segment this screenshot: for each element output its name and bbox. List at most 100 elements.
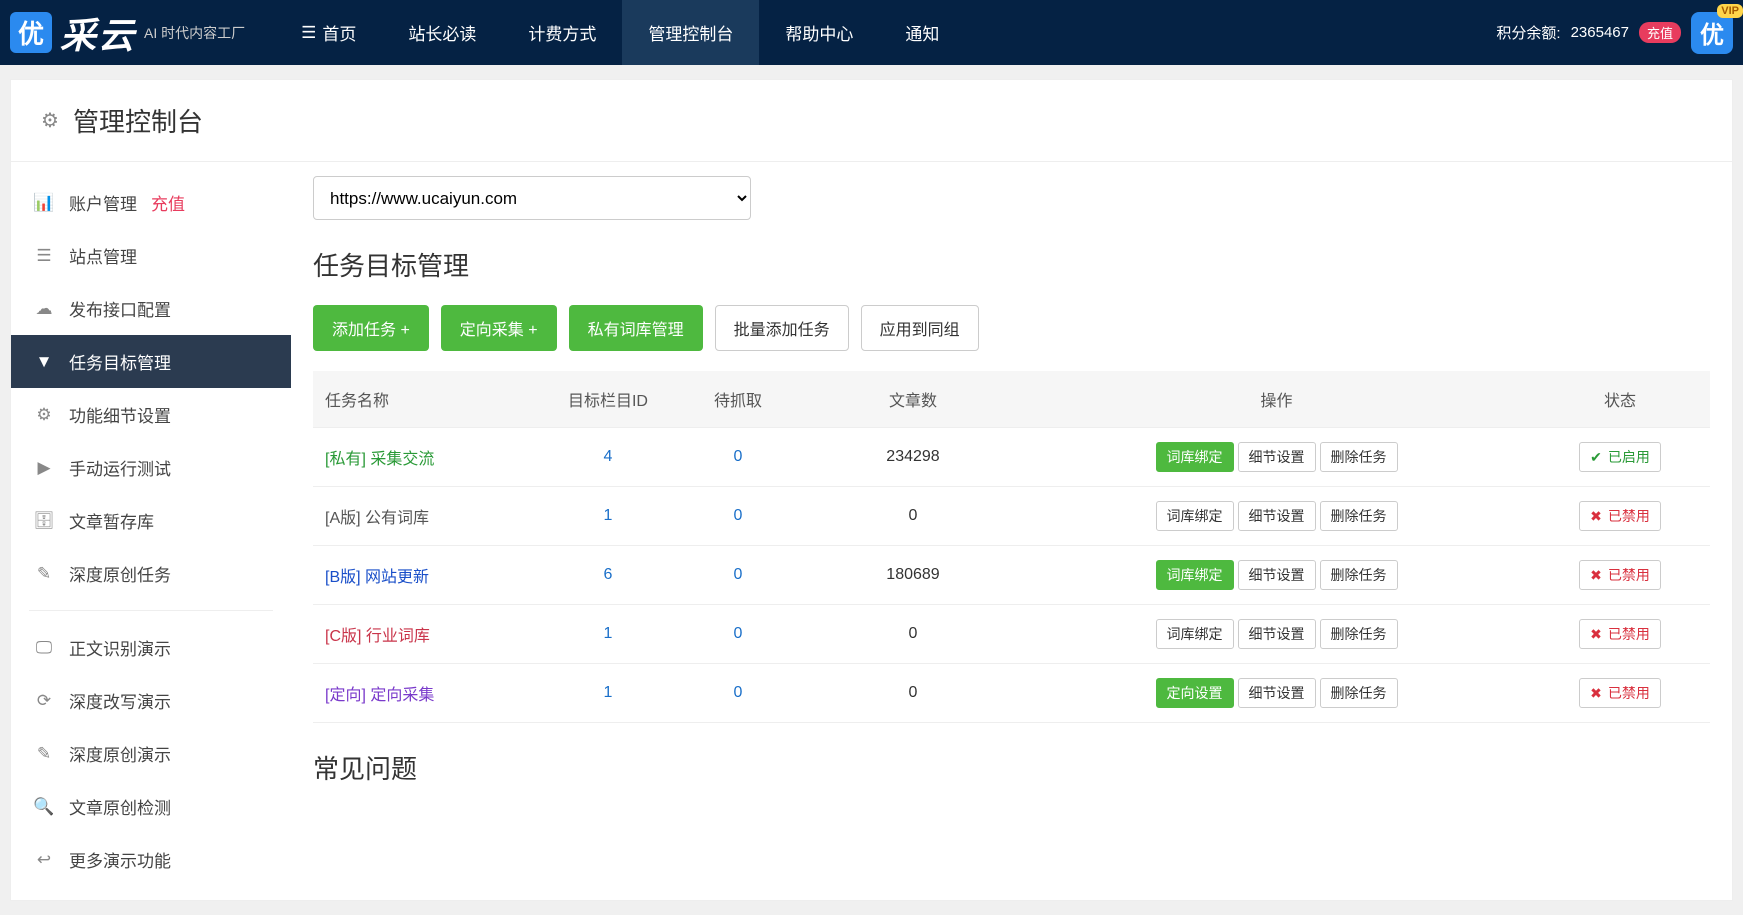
add-task-button[interactable]: 添加任务 +	[313, 305, 429, 351]
nav-item-2[interactable]: 计费方式	[502, 0, 622, 65]
cell-status: ✖已禁用	[1530, 487, 1710, 546]
apply-group-button[interactable]: 应用到同组	[861, 305, 979, 351]
list-icon: ☰	[33, 246, 55, 266]
nav-label: 首页	[322, 20, 356, 45]
nav-item-4[interactable]: 帮助中心	[759, 0, 879, 65]
cell-status: ✖已禁用	[1530, 664, 1710, 723]
nav-item-1[interactable]: 站长必读	[382, 0, 502, 65]
check-icon: ✔	[1590, 449, 1602, 466]
nav-label: 管理控制台	[648, 20, 733, 45]
sidebar-item-11[interactable]: ✎ 深度原创演示	[11, 727, 291, 780]
status-badge[interactable]: ✖已禁用	[1579, 619, 1661, 649]
task-tag: [A版]	[325, 510, 365, 527]
sidebar-label: 功能细节设置	[69, 402, 171, 427]
directed-settings-button[interactable]: 定向设置	[1156, 678, 1234, 708]
nav-label: 计费方式	[528, 20, 596, 45]
cell-articles: 234298	[803, 428, 1023, 487]
task-tag: [私有]	[325, 451, 370, 468]
site-select[interactable]: https://www.ucaiyun.com	[313, 176, 751, 220]
avatar-wrap[interactable]: 优 VIP	[1691, 12, 1733, 54]
bind-dict-button[interactable]: 词库绑定	[1156, 560, 1234, 590]
bind-dict-button[interactable]: 词库绑定	[1156, 619, 1234, 649]
task-name[interactable]: 网站更新	[365, 569, 429, 586]
cell-pending[interactable]: 0	[673, 428, 803, 487]
cell-colId[interactable]: 1	[543, 605, 673, 664]
edit-icon: ✎	[33, 744, 55, 764]
dict-manage-button[interactable]: 私有词库管理	[569, 305, 703, 351]
sidebar-item-5[interactable]: ▶手动运行测试	[11, 441, 291, 494]
points-label: 积分余额:	[1496, 22, 1560, 43]
delete-task-button[interactable]: 删除任务	[1320, 619, 1398, 649]
detail-settings-button[interactable]: 细节设置	[1238, 619, 1316, 649]
sidebar-item-0[interactable]: 📊账户管理 充值	[11, 176, 291, 229]
cell-articles: 0	[803, 664, 1023, 723]
delete-task-button[interactable]: 删除任务	[1320, 678, 1398, 708]
nav-item-5[interactable]: 通知	[879, 0, 965, 65]
page-header: ⚙ 管理控制台	[11, 80, 1732, 162]
topbar: 优 采云 AI 时代内容工厂 ☰ 首页 站长必读 计费方式 管理控制台 帮助中心通知 积分…	[0, 0, 1743, 65]
status-badge[interactable]: ✔已启用	[1579, 442, 1661, 472]
task-name[interactable]: 定向采集	[370, 687, 434, 704]
task-name[interactable]: 行业词库	[366, 628, 430, 645]
detail-settings-button[interactable]: 细节设置	[1238, 442, 1316, 472]
cell-colId[interactable]: 1	[543, 487, 673, 546]
sidebar-item-10[interactable]: ⟳深度改写演示	[11, 674, 291, 727]
sidebar-recharge-link[interactable]: 充值	[151, 190, 185, 215]
x-icon: ✖	[1590, 685, 1602, 702]
cell-pending[interactable]: 0	[673, 487, 803, 546]
bind-dict-button[interactable]: 词库绑定	[1156, 501, 1234, 531]
sidebar-label: 深度原创演示	[69, 741, 171, 766]
sidebar-item-2[interactable]: ☁发布接口配置	[11, 282, 291, 335]
status-badge[interactable]: ✖ 已禁用	[1579, 560, 1661, 590]
col-status: 状态	[1530, 371, 1710, 428]
detail-settings-button[interactable]: 细节设置	[1238, 678, 1316, 708]
menu-icon: ☰	[301, 23, 316, 43]
status-label: 已禁用	[1608, 565, 1650, 585]
sidebar-item-3[interactable]: ▼任务目标管理	[11, 335, 291, 388]
faq-title: 常见问题	[313, 749, 1710, 786]
sidebar-item-4[interactable]: ⚙功能细节设置	[11, 388, 291, 441]
bind-dict-button[interactable]: 词库绑定	[1156, 442, 1234, 472]
table-row: [定向] 定向采集100定向设置细节设置删除任务✖已禁用	[313, 664, 1710, 723]
sidebar-item-9[interactable]: 🖵正文识别演示	[11, 621, 291, 674]
cell-ops: 词库绑定细节设置删除任务	[1023, 605, 1530, 664]
cell-articles: 0	[803, 487, 1023, 546]
task-name[interactable]: 采集交流	[370, 451, 434, 468]
delete-task-button[interactable]: 删除任务	[1320, 501, 1398, 531]
logo-subtitle: AI 时代内容工厂	[144, 23, 245, 43]
nav-label: 站长必读	[408, 20, 476, 45]
cell-ops: 词库绑定细节设置删除任务	[1023, 546, 1530, 605]
detail-settings-button[interactable]: 细节设置	[1238, 501, 1316, 531]
delete-task-button[interactable]: 删除任务	[1320, 560, 1398, 590]
nav-item-0[interactable]: ☰ 首页	[275, 0, 382, 65]
task-name[interactable]: 公有词库	[365, 510, 429, 527]
batch-add-button[interactable]: 批量添加任务	[715, 305, 849, 351]
cell-pending[interactable]: 0	[673, 605, 803, 664]
points-value: 2365467	[1571, 24, 1629, 41]
db-icon: 🗄	[33, 511, 55, 531]
cell-colId[interactable]: 6	[543, 546, 673, 605]
x-icon: ✖	[1590, 626, 1602, 643]
recharge-pill[interactable]: 充值	[1639, 22, 1681, 43]
sidebar-item-1[interactable]: ☰站点管理	[11, 229, 291, 282]
logo[interactable]: 优 采云 AI 时代内容工厂	[10, 7, 245, 59]
page: ⚙ 管理控制台 📊账户管理 充值☰站点管理☁发布接口配置▼任务目标管理⚙功能细节…	[10, 79, 1733, 901]
sidebar-item-6[interactable]: 🗄文章暂存库	[11, 494, 291, 547]
directed-collect-button[interactable]: 定向采集 +	[441, 305, 557, 351]
detail-settings-button[interactable]: 细节设置	[1238, 560, 1316, 590]
edit-icon: ✎	[33, 564, 55, 584]
nav-item-3[interactable]: 管理控制台	[622, 0, 759, 65]
status-badge[interactable]: ✖已禁用	[1579, 678, 1661, 708]
status-badge[interactable]: ✖已禁用	[1579, 501, 1661, 531]
cell-pending[interactable]: 0	[673, 546, 803, 605]
sidebar-item-7[interactable]: ✎深度原创任务	[11, 547, 291, 600]
sidebar-item-12[interactable]: 🔍文章原创检测	[11, 780, 291, 833]
cell-colId[interactable]: 1	[543, 664, 673, 723]
cell-pending[interactable]: 0	[673, 664, 803, 723]
x-icon: ✖	[1590, 567, 1602, 584]
share-icon: ↩	[33, 850, 55, 870]
task-tag: [定向]	[325, 687, 370, 704]
sidebar-item-13[interactable]: ↩更多演示功能	[11, 833, 291, 886]
cell-colId[interactable]: 4	[543, 428, 673, 487]
delete-task-button[interactable]: 删除任务	[1320, 442, 1398, 472]
